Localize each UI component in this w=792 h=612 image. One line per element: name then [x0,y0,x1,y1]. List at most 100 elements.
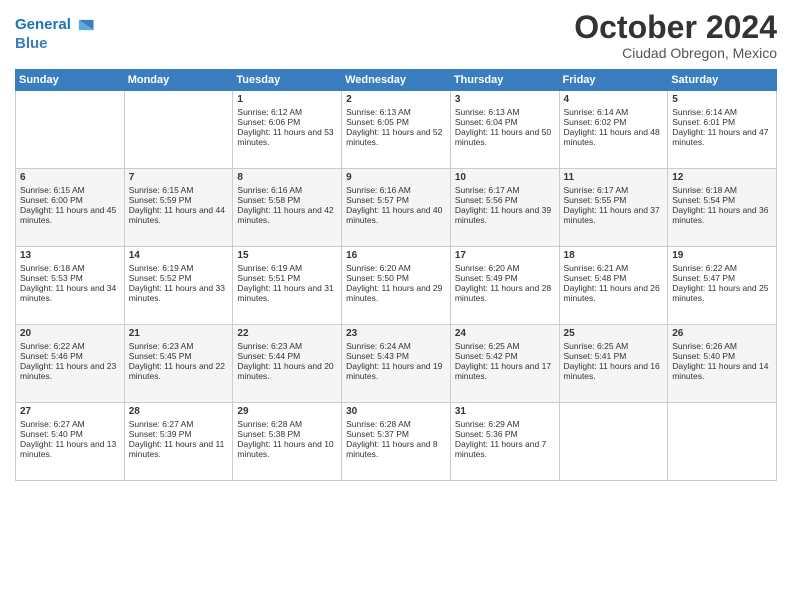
day-number: 24 [455,328,555,339]
title-block: October 2024 Ciudad Obregon, Mexico [574,10,777,61]
day-number: 26 [672,328,772,339]
sunset-text: Sunset: 5:41 PM [564,351,664,361]
daylight-text: Daylight: 11 hours and 7 minutes. [455,439,555,459]
daylight-text: Daylight: 11 hours and 47 minutes. [672,127,772,147]
daylight-text: Daylight: 11 hours and 53 minutes. [237,127,337,147]
day-number: 5 [672,94,772,105]
calendar-cell: 26Sunrise: 6:26 AMSunset: 5:40 PMDayligh… [668,325,777,403]
location: Ciudad Obregon, Mexico [574,45,777,61]
weekday-header: Thursday [450,70,559,91]
day-number: 4 [564,94,664,105]
weekday-header: Friday [559,70,668,91]
sunset-text: Sunset: 5:36 PM [455,429,555,439]
calendar-cell: 5Sunrise: 6:14 AMSunset: 6:01 PMDaylight… [668,91,777,169]
sunrise-text: Sunrise: 6:18 AM [672,185,772,195]
sunrise-text: Sunrise: 6:23 AM [129,341,229,351]
daylight-text: Daylight: 11 hours and 39 minutes. [455,205,555,225]
sunset-text: Sunset: 5:40 PM [672,351,772,361]
calendar-cell: 22Sunrise: 6:23 AMSunset: 5:44 PMDayligh… [233,325,342,403]
calendar-cell: 31Sunrise: 6:29 AMSunset: 5:36 PMDayligh… [450,403,559,481]
calendar-week-row: 20Sunrise: 6:22 AMSunset: 5:46 PMDayligh… [16,325,777,403]
day-number: 10 [455,172,555,183]
sunrise-text: Sunrise: 6:22 AM [672,263,772,273]
calendar-cell: 13Sunrise: 6:18 AMSunset: 5:53 PMDayligh… [16,247,125,325]
calendar-cell: 4Sunrise: 6:14 AMSunset: 6:02 PMDaylight… [559,91,668,169]
daylight-text: Daylight: 11 hours and 34 minutes. [20,283,120,303]
sunset-text: Sunset: 5:57 PM [346,195,446,205]
sunset-text: Sunset: 6:05 PM [346,117,446,127]
daylight-text: Daylight: 11 hours and 48 minutes. [564,127,664,147]
sunrise-text: Sunrise: 6:15 AM [129,185,229,195]
sunset-text: Sunset: 6:00 PM [20,195,120,205]
calendar-week-row: 6Sunrise: 6:15 AMSunset: 6:00 PMDaylight… [16,169,777,247]
sunset-text: Sunset: 5:39 PM [129,429,229,439]
sunset-text: Sunset: 5:38 PM [237,429,337,439]
calendar-cell: 12Sunrise: 6:18 AMSunset: 5:54 PMDayligh… [668,169,777,247]
daylight-text: Daylight: 11 hours and 26 minutes. [564,283,664,303]
daylight-text: Daylight: 11 hours and 10 minutes. [237,439,337,459]
daylight-text: Daylight: 11 hours and 36 minutes. [672,205,772,225]
sunrise-text: Sunrise: 6:20 AM [455,263,555,273]
month-title: October 2024 [574,10,777,45]
daylight-text: Daylight: 11 hours and 52 minutes. [346,127,446,147]
daylight-text: Daylight: 11 hours and 42 minutes. [237,205,337,225]
sunrise-text: Sunrise: 6:15 AM [20,185,120,195]
day-number: 1 [237,94,337,105]
daylight-text: Daylight: 11 hours and 16 minutes. [564,361,664,381]
calendar-cell: 18Sunrise: 6:21 AMSunset: 5:48 PMDayligh… [559,247,668,325]
sunrise-text: Sunrise: 6:25 AM [564,341,664,351]
sunrise-text: Sunrise: 6:16 AM [346,185,446,195]
daylight-text: Daylight: 11 hours and 44 minutes. [129,205,229,225]
calendar-cell: 14Sunrise: 6:19 AMSunset: 5:52 PMDayligh… [124,247,233,325]
calendar-cell: 9Sunrise: 6:16 AMSunset: 5:57 PMDaylight… [342,169,451,247]
weekday-header: Monday [124,70,233,91]
sunrise-text: Sunrise: 6:19 AM [237,263,337,273]
sunrise-text: Sunrise: 6:28 AM [237,419,337,429]
weekday-header: Tuesday [233,70,342,91]
calendar-cell: 7Sunrise: 6:15 AMSunset: 5:59 PMDaylight… [124,169,233,247]
sunset-text: Sunset: 5:42 PM [455,351,555,361]
daylight-text: Daylight: 11 hours and 45 minutes. [20,205,120,225]
day-number: 23 [346,328,446,339]
sunset-text: Sunset: 5:37 PM [346,429,446,439]
calendar-cell: 2 Sunrise: 6:13 AMSunset: 6:05 PMDaylight… [342,91,451,169]
daylight-text: Daylight: 11 hours and 22 minutes. [129,361,229,381]
sunrise-text: Sunrise: 6:24 AM [346,341,446,351]
day-number: 28 [129,406,229,417]
calendar-cell: 29Sunrise: 6:28 AMSunset: 5:38 PMDayligh… [233,403,342,481]
day-number: 3 [455,94,555,105]
logo-text: General [15,17,71,34]
day-number: 21 [129,328,229,339]
sunset-text: Sunset: 5:54 PM [672,195,772,205]
sunrise-text: Sunrise: 6:13 AM [346,107,446,117]
sunset-text: Sunset: 5:45 PM [129,351,229,361]
calendar-cell: 11Sunrise: 6:17 AMSunset: 5:55 PMDayligh… [559,169,668,247]
day-number: 9 [346,172,446,183]
day-number: 19 [672,250,772,261]
sunset-text: Sunset: 6:04 PM [455,117,555,127]
calendar-cell [124,91,233,169]
daylight-text: Daylight: 11 hours and 29 minutes. [346,283,446,303]
sunrise-text: Sunrise: 6:17 AM [455,185,555,195]
day-number: 27 [20,406,120,417]
calendar-cell: 17Sunrise: 6:20 AMSunset: 5:49 PMDayligh… [450,247,559,325]
sunrise-text: Sunrise: 6:14 AM [564,107,664,117]
day-number: 18 [564,250,664,261]
sunset-text: Sunset: 5:43 PM [346,351,446,361]
sunset-text: Sunset: 5:56 PM [455,195,555,205]
calendar-cell: 15Sunrise: 6:19 AMSunset: 5:51 PMDayligh… [233,247,342,325]
calendar-cell [668,403,777,481]
calendar-cell: 30Sunrise: 6:28 AMSunset: 5:37 PMDayligh… [342,403,451,481]
day-number: 2 [346,94,446,105]
sunset-text: Sunset: 5:47 PM [672,273,772,283]
daylight-text: Daylight: 11 hours and 25 minutes. [672,283,772,303]
logo: General Blue [15,14,95,53]
calendar-cell: 20Sunrise: 6:22 AMSunset: 5:46 PMDayligh… [16,325,125,403]
day-number: 7 [129,172,229,183]
logo-subtext: Blue [15,36,95,53]
calendar-cell: 10 Sunrise: 6:17 AMSunset: 5:56 PMDayligh… [450,169,559,247]
weekday-header: Wednesday [342,70,451,91]
daylight-text: Daylight: 11 hours and 31 minutes. [237,283,337,303]
sunset-text: Sunset: 5:58 PM [237,195,337,205]
sunset-text: Sunset: 5:55 PM [564,195,664,205]
